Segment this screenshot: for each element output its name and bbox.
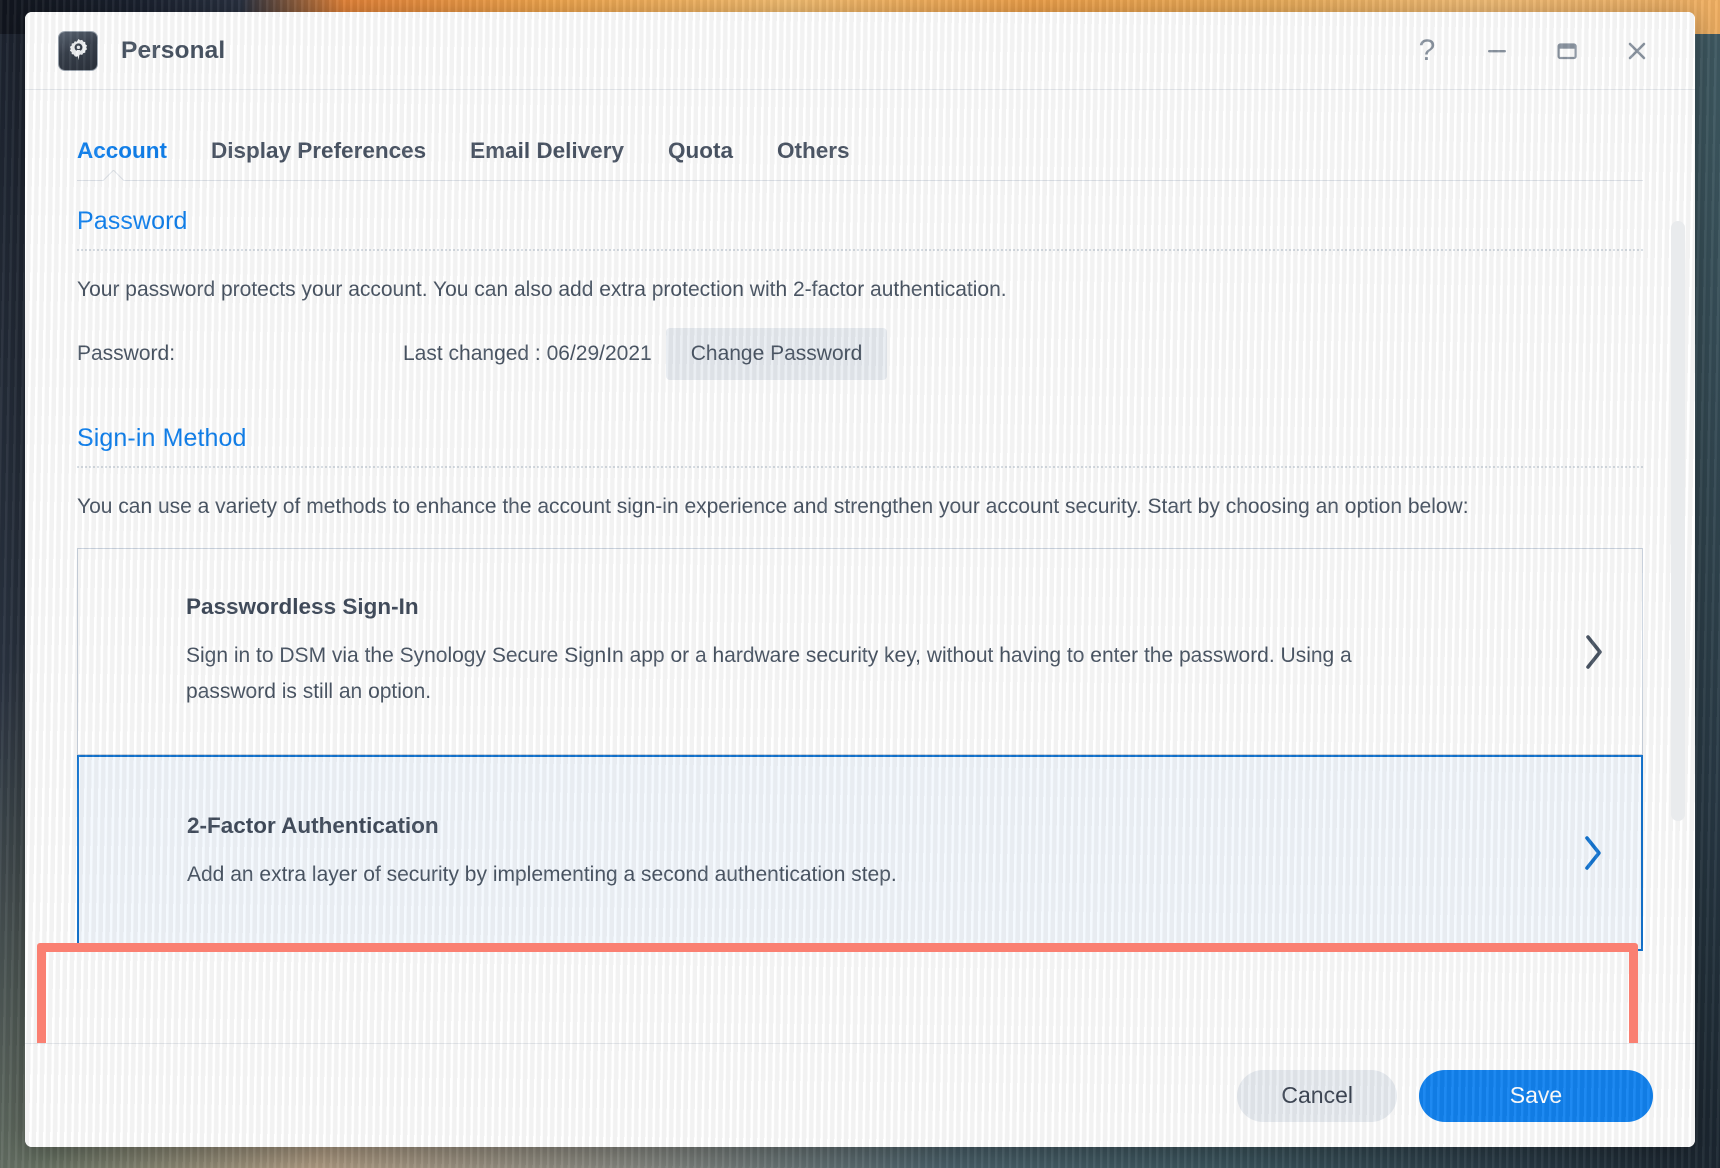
tab-bar: Account Display Preferences Email Delive… xyxy=(25,90,1695,181)
card-description: Add an extra layer of security by implem… xyxy=(187,839,1412,893)
password-section-description: Your password protects your account. You… xyxy=(77,251,1622,308)
close-icon[interactable] xyxy=(1617,31,1657,71)
chevron-right-icon[interactable] xyxy=(1546,631,1642,673)
save-button[interactable]: Save xyxy=(1419,1070,1653,1122)
maximize-icon[interactable] xyxy=(1547,31,1587,71)
dialog-footer: Cancel Save xyxy=(25,1043,1695,1147)
window-title: Personal xyxy=(121,37,225,65)
signin-method-card-list: Passwordless Sign-In Sign in to DSM via … xyxy=(77,524,1643,950)
highlight-annotation xyxy=(37,943,1638,1043)
signin-method-section: Sign-in Method You can use a variety of … xyxy=(77,380,1643,951)
help-icon[interactable]: ? xyxy=(1407,31,1447,71)
scrollbar-thumb[interactable] xyxy=(1671,221,1685,821)
tab-others[interactable]: Others xyxy=(777,140,850,163)
signin-section-description: You can use a variety of methods to enha… xyxy=(77,468,1622,525)
settings-content: Password Your password protects your acc… xyxy=(25,181,1695,1043)
personal-settings-window: Personal ? xyxy=(25,12,1695,1147)
window-controls: ? xyxy=(1407,31,1673,71)
cancel-button[interactable]: Cancel xyxy=(1237,1070,1397,1122)
card-2-factor-authentication[interactable]: 2-Factor Authentication Add an extra lay… xyxy=(77,755,1643,951)
tab-display-preferences[interactable]: Display Preferences xyxy=(211,140,426,163)
password-label: Password: xyxy=(77,342,403,366)
tab-quota[interactable]: Quota xyxy=(668,140,733,163)
vertical-scrollbar[interactable] xyxy=(1671,221,1685,1037)
password-section-title: Password xyxy=(77,181,1643,236)
gear-icon xyxy=(58,31,98,71)
card-title: 2-Factor Authentication xyxy=(187,812,1493,839)
chevron-right-icon[interactable] xyxy=(1545,832,1641,874)
card-title: Passwordless Sign-In xyxy=(186,593,1494,620)
card-passwordless-sign-in[interactable]: Passwordless Sign-In Sign in to DSM via … xyxy=(77,548,1643,754)
change-password-button[interactable]: Change Password xyxy=(666,328,888,380)
card-description: Sign in to DSM via the Synology Secure S… xyxy=(186,620,1411,709)
window-titlebar: Personal ? xyxy=(25,12,1695,90)
password-section: Password Your password protects your acc… xyxy=(77,181,1643,380)
minimize-icon[interactable] xyxy=(1477,31,1517,71)
signin-section-title: Sign-in Method xyxy=(77,380,1643,453)
tab-email-delivery[interactable]: Email Delivery xyxy=(470,140,624,163)
tab-account[interactable]: Account xyxy=(77,140,167,163)
password-row: Password: Last changed : 06/29/2021 Chan… xyxy=(77,308,1643,380)
active-tab-caret-icon xyxy=(103,170,125,181)
password-last-changed: Last changed : 06/29/2021 xyxy=(403,342,652,366)
desktop-wallpaper: Personal ? xyxy=(0,0,1720,1168)
